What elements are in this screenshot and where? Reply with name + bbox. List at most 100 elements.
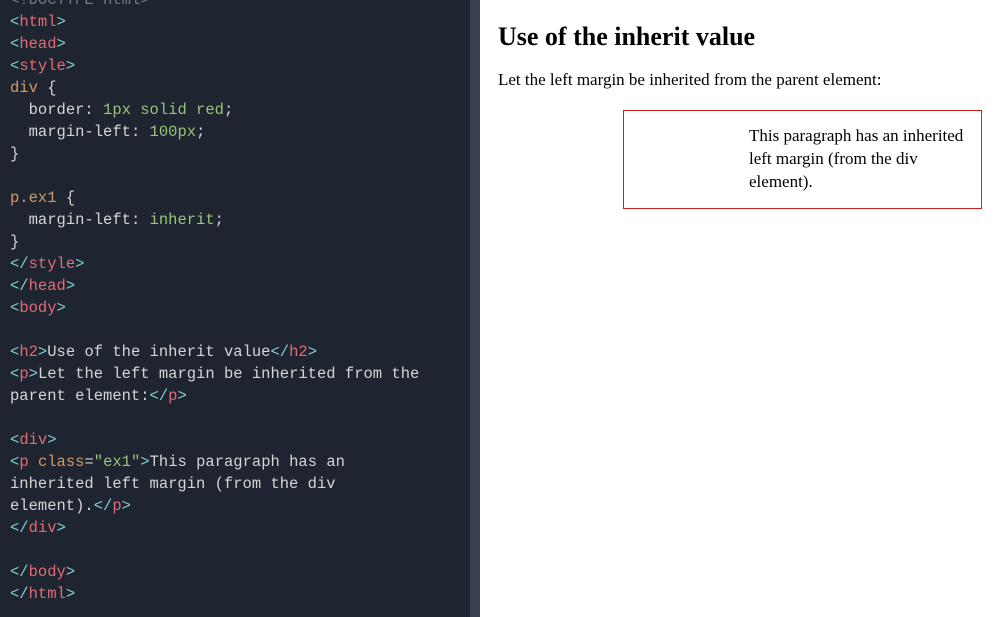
code-token: >: [308, 343, 317, 361]
code-token: head: [29, 277, 66, 295]
code-token: style: [19, 57, 66, 75]
code-token: </: [10, 585, 29, 603]
code-token: =: [84, 453, 93, 471]
code-token: [10, 321, 19, 339]
code-token: </: [94, 497, 113, 515]
code-token: {: [47, 79, 56, 97]
code-token: </: [10, 563, 29, 581]
code-token: [29, 453, 38, 471]
code-token: element).: [10, 497, 94, 515]
code-token: </: [270, 343, 289, 361]
code-line[interactable]: <head>: [10, 33, 470, 55]
code-line[interactable]: </html>: [10, 583, 470, 605]
code-token: p: [19, 365, 28, 383]
code-token: >: [57, 519, 66, 537]
code-line[interactable]: margin-left: inherit;: [10, 209, 470, 231]
code-token: {: [66, 189, 75, 207]
code-token: body: [29, 563, 66, 581]
code-token: margin-left: [29, 123, 131, 141]
code-token: html: [29, 585, 66, 603]
scrollbar-vertical[interactable]: [470, 0, 480, 617]
output-heading: Use of the inherit value: [498, 22, 982, 52]
code-line[interactable]: <p>Let the left margin be inherited from…: [10, 363, 470, 385]
code-line[interactable]: <html>: [10, 11, 470, 33]
code-token: div: [10, 79, 38, 97]
code-line[interactable]: </div>: [10, 517, 470, 539]
code-token: [10, 101, 29, 119]
code-editor-pane[interactable]: <!DOCTYPE html><html><head><style>div { …: [0, 0, 480, 617]
code-token: div: [29, 519, 57, 537]
demo-box: This paragraph has an inherited left mar…: [623, 110, 982, 209]
code-token: :: [84, 101, 103, 119]
code-token: head: [19, 35, 56, 53]
code-token: ;: [224, 101, 233, 119]
code-line[interactable]: <!DOCTYPE html>: [10, 0, 470, 11]
code-line[interactable]: div {: [10, 77, 470, 99]
code-token: >: [177, 387, 186, 405]
code-token: >: [140, 453, 149, 471]
output-pane: Use of the inherit value Let the left ma…: [480, 0, 1000, 617]
code-token: }: [10, 233, 19, 251]
code-token: >: [57, 299, 66, 317]
code-line[interactable]: </style>: [10, 253, 470, 275]
code-token: inherit: [150, 211, 215, 229]
code-line[interactable]: border: 1px solid red;: [10, 99, 470, 121]
output-intro-text: Let the left margin be inherited from th…: [498, 70, 982, 90]
code-token: <!DOCTYPE html>: [10, 0, 150, 9]
code-line[interactable]: }: [10, 143, 470, 165]
code-line[interactable]: [10, 407, 470, 429]
code-token: [38, 79, 47, 97]
code-line[interactable]: </body>: [10, 561, 470, 583]
code-token: <: [10, 431, 19, 449]
code-token: p: [112, 497, 121, 515]
code-token: >: [29, 365, 38, 383]
code-token: inherited left margin (from the div: [10, 475, 345, 493]
code-token: <: [10, 35, 19, 53]
code-token: <: [10, 453, 19, 471]
code-line[interactable]: [10, 165, 470, 187]
code-token: This paragraph has an: [150, 453, 355, 471]
code-token: >: [66, 563, 75, 581]
code-content[interactable]: <!DOCTYPE html><html><head><style>div { …: [10, 0, 470, 605]
code-line[interactable]: <body>: [10, 297, 470, 319]
code-token: class: [38, 453, 85, 471]
code-token: <: [10, 13, 19, 31]
code-line[interactable]: <div>: [10, 429, 470, 451]
code-token: div: [19, 431, 47, 449]
code-token: h2: [19, 343, 38, 361]
code-line[interactable]: </head>: [10, 275, 470, 297]
code-token: >: [75, 255, 84, 273]
code-token: </: [10, 519, 29, 537]
code-token: ;: [215, 211, 224, 229]
code-token: </: [150, 387, 169, 405]
code-token: >: [122, 497, 131, 515]
code-token: >: [66, 57, 75, 75]
code-token: border: [29, 101, 85, 119]
code-line[interactable]: <style>: [10, 55, 470, 77]
code-token: >: [57, 35, 66, 53]
code-line[interactable]: element).</p>: [10, 495, 470, 517]
code-line[interactable]: parent element:</p>: [10, 385, 470, 407]
code-token: <: [10, 365, 19, 383]
code-line[interactable]: [10, 319, 470, 341]
code-token: ;: [196, 123, 205, 141]
code-token: >: [47, 431, 56, 449]
code-line[interactable]: p.ex1 {: [10, 187, 470, 209]
code-token: [10, 211, 29, 229]
code-line[interactable]: }: [10, 231, 470, 253]
code-token: "ex1": [94, 453, 141, 471]
code-token: 1px solid red: [103, 101, 224, 119]
code-token: }: [10, 145, 19, 163]
code-token: Let the left margin be inherited from th…: [38, 365, 429, 383]
code-token: :: [131, 211, 150, 229]
code-line[interactable]: <p class="ex1">This paragraph has an: [10, 451, 470, 473]
code-token: h2: [289, 343, 308, 361]
code-token: <: [10, 57, 19, 75]
code-token: [10, 541, 19, 559]
code-line[interactable]: <h2>Use of the inherit value</h2>: [10, 341, 470, 363]
code-token: [10, 123, 29, 141]
code-token: style: [29, 255, 76, 273]
code-line[interactable]: margin-left: 100px;: [10, 121, 470, 143]
code-line[interactable]: [10, 539, 470, 561]
code-line[interactable]: inherited left margin (from the div: [10, 473, 470, 495]
